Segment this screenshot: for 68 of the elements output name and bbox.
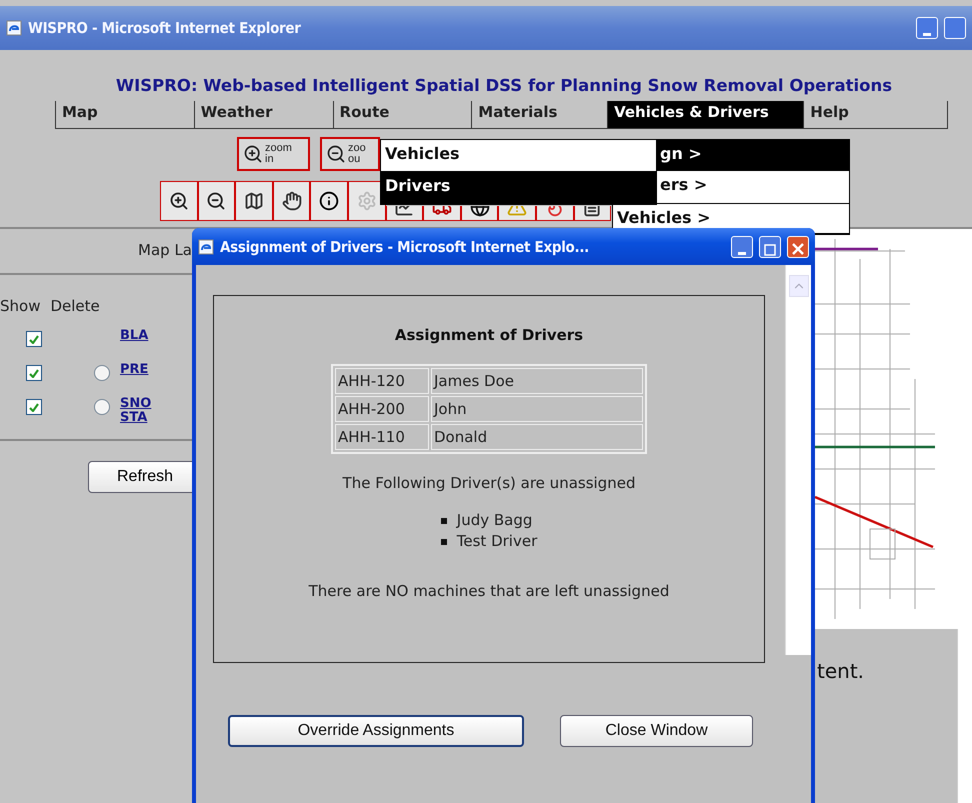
map-icon[interactable] xyxy=(235,181,273,221)
zoom-in-icon[interactable] xyxy=(160,181,198,221)
menu-item[interactable]: Vehicles & Drivers xyxy=(607,101,804,128)
scrollbar[interactable] xyxy=(957,629,972,803)
menu-item[interactable]: Map xyxy=(55,101,194,128)
table-cell: AHH-120 xyxy=(335,368,429,394)
driver-name: Judy Bagg xyxy=(456,510,532,531)
minimize-icon xyxy=(923,32,931,38)
browser-icon xyxy=(6,20,22,36)
browser-icon xyxy=(198,238,214,254)
page-heading: WISPRO: Web-based Intelligent Spatial DSS for Planning Snow Removal Operations xyxy=(114,76,894,95)
table-cell: Donald xyxy=(431,424,643,450)
close-icon xyxy=(791,240,805,256)
info-icon[interactable] xyxy=(310,181,348,221)
table-cell: James Doe xyxy=(431,368,643,394)
zoom-out-icon xyxy=(326,144,346,164)
maximize-button[interactable] xyxy=(759,236,781,258)
table-cell: John xyxy=(431,396,643,422)
checkbox[interactable] xyxy=(26,331,42,347)
menu-item[interactable]: Help xyxy=(803,101,948,128)
minimize-button[interactable] xyxy=(731,236,753,258)
zoom-out-button[interactable]: zoo ou xyxy=(320,137,380,171)
zoom-in-button[interactable]: zoom in xyxy=(237,137,310,171)
submenu-item[interactable]: Drivers xyxy=(381,172,656,204)
hand-icon[interactable] xyxy=(272,181,310,221)
minimize-icon xyxy=(738,250,746,256)
layer-link[interactable]: PRE xyxy=(120,363,192,377)
bullet-icon xyxy=(440,538,447,544)
table-cell: AHH-110 xyxy=(335,424,429,450)
content-text: tent. xyxy=(817,659,864,683)
panel-heading: Assignment of Drivers xyxy=(394,326,584,344)
check-icon xyxy=(29,402,39,412)
column-header: Delete xyxy=(50,297,100,315)
panel-title: Map La xyxy=(138,241,192,259)
radio-button[interactable] xyxy=(94,399,110,415)
check-icon xyxy=(29,334,39,344)
checkbox[interactable] xyxy=(26,365,42,381)
scrollbar[interactable] xyxy=(785,265,811,655)
close-button[interactable] xyxy=(787,236,809,258)
document-icon[interactable] xyxy=(574,206,612,221)
maximize-button[interactable] xyxy=(944,17,966,39)
menu-item[interactable]: Route xyxy=(332,101,472,128)
check-icon xyxy=(29,368,39,378)
minimize-button[interactable] xyxy=(916,17,938,39)
driver-name: Test Driver xyxy=(456,531,538,552)
truck-icon[interactable] xyxy=(423,206,461,221)
layer-link[interactable]: BLA xyxy=(120,329,192,343)
override-button[interactable]: Override Assignments xyxy=(228,715,524,747)
machines-note: There are NO machines that are left unassigned xyxy=(308,582,670,600)
line-chart-icon[interactable] xyxy=(386,206,424,221)
popup-title: Assignment of Drivers - Microsoft Internet Explo... xyxy=(220,238,590,256)
column-header: Show xyxy=(0,297,40,315)
globe-icon[interactable] xyxy=(460,206,498,221)
unassigned-note: The Following Driver(s) are unassigned xyxy=(342,474,636,492)
radio-button[interactable] xyxy=(94,365,110,381)
layer-link[interactable]: SNO STA xyxy=(120,397,192,425)
checkbox[interactable] xyxy=(26,399,42,415)
table-cell: AHH-200 xyxy=(335,396,429,422)
menu-item[interactable]: Weather xyxy=(194,101,333,128)
menu-dropdown-item[interactable]: gn > xyxy=(656,140,849,171)
warning-icon[interactable] xyxy=(498,206,536,221)
flame-icon[interactable] xyxy=(536,206,574,221)
close-window-button[interactable]: Close Window xyxy=(560,715,753,747)
bullet-icon xyxy=(440,518,447,524)
zoom-in-icon xyxy=(243,144,263,164)
window-title: WISPRO - Microsoft Internet Explorer xyxy=(28,19,301,37)
maximize-icon xyxy=(764,242,776,256)
zoom-out-icon[interactable] xyxy=(198,181,236,221)
